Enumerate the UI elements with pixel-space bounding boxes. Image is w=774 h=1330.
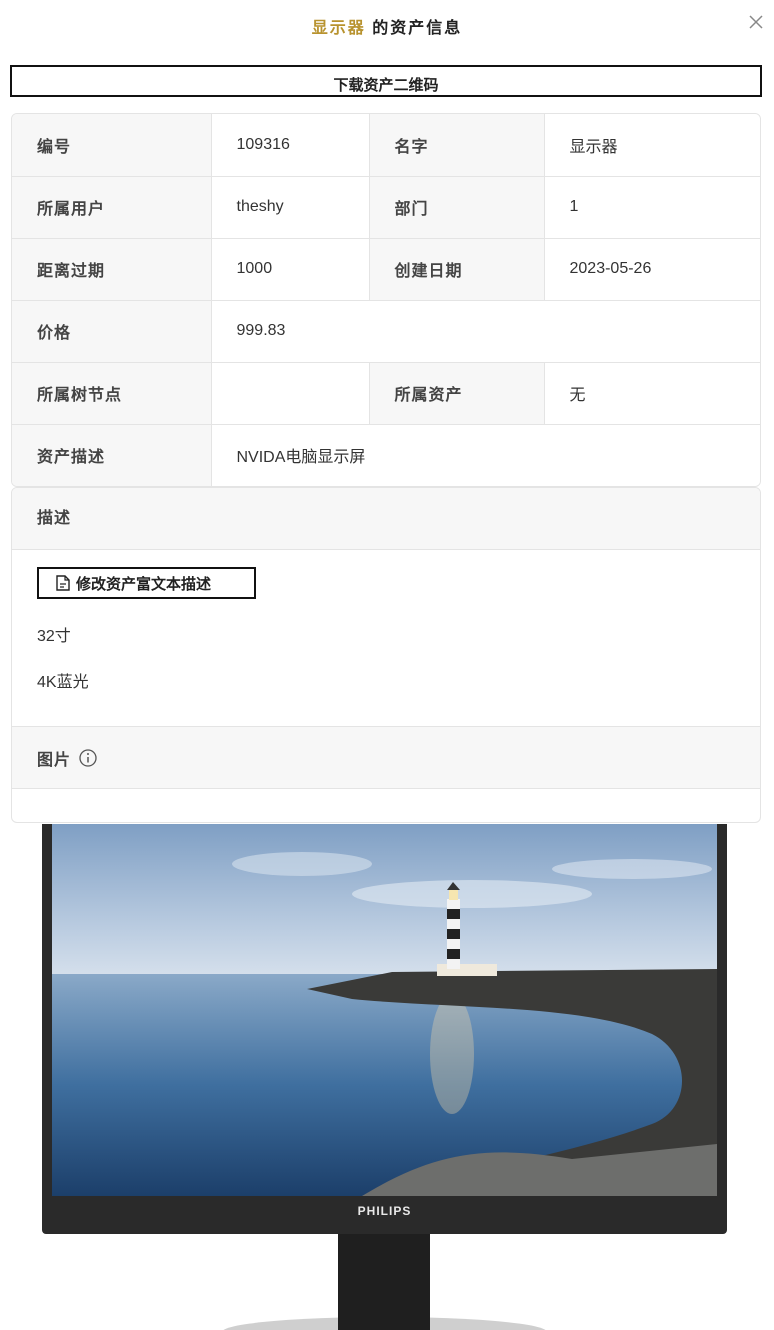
created-date-label: 创建日期 bbox=[369, 238, 545, 301]
price-label: 价格 bbox=[12, 300, 212, 363]
price-value: 999.83 bbox=[211, 300, 760, 363]
title-suffix: 的资产信息 bbox=[365, 20, 463, 37]
document-icon bbox=[56, 575, 70, 591]
description-line: 4K蓝光 bbox=[37, 674, 89, 691]
department-value: 1 bbox=[544, 176, 760, 239]
monitor-screen bbox=[52, 824, 717, 1196]
close-button[interactable] bbox=[746, 12, 766, 32]
table-row: 编号 109316 名字 显示器 bbox=[12, 114, 760, 177]
table-row: 距离过期 1000 创建日期 2023-05-26 bbox=[12, 238, 760, 301]
tree-node-value bbox=[211, 362, 370, 425]
parent-asset-value: 无 bbox=[544, 362, 760, 425]
table-row: 所属树节点 所属资产 无 bbox=[12, 362, 760, 425]
number-label: 编号 bbox=[12, 114, 212, 177]
asset-desc-value: NVIDA电脑显示屏 bbox=[211, 424, 760, 486]
table-row: 价格 999.83 bbox=[12, 300, 760, 363]
edit-rich-description-button[interactable]: 修改资产富文本描述 bbox=[37, 567, 256, 599]
owner-value: theshy bbox=[211, 176, 370, 239]
info-icon[interactable] bbox=[79, 748, 97, 767]
asset-desc-label: 资产描述 bbox=[12, 424, 212, 486]
name-label: 名字 bbox=[369, 114, 545, 177]
parent-asset-label: 所属资产 bbox=[369, 362, 545, 425]
table-row: 资产描述 NVIDA电脑显示屏 bbox=[12, 424, 760, 486]
name-value: 显示器 bbox=[544, 114, 760, 177]
modal-title: 显示器 的资产信息 bbox=[0, 14, 774, 38]
description-line: 32寸 bbox=[37, 628, 71, 645]
tree-node-label: 所属树节点 bbox=[12, 362, 212, 425]
expire-label: 距离过期 bbox=[12, 238, 212, 301]
created-date-value: 2023-05-26 bbox=[544, 238, 760, 301]
monitor-brand: PHILIPS bbox=[357, 1204, 412, 1218]
images-header-label: 图片 bbox=[37, 751, 72, 769]
table-row: 所属用户 theshy 部门 1 bbox=[12, 176, 760, 239]
description-card: 描述 修改资产富文本描述 32寸 4K蓝光 图片 bbox=[11, 487, 761, 823]
department-label: 部门 bbox=[369, 176, 545, 239]
asset-name-title: 显示器 bbox=[311, 20, 366, 37]
asset-image: PHILIPS bbox=[42, 824, 727, 1330]
download-qr-button[interactable]: 下载资产二维码 bbox=[10, 65, 762, 97]
description-header: 描述 bbox=[12, 488, 760, 550]
monitor-stand bbox=[338, 1234, 430, 1330]
expire-value: 1000 bbox=[211, 238, 370, 301]
owner-label: 所属用户 bbox=[12, 176, 212, 239]
number-value: 109316 bbox=[211, 114, 370, 177]
asset-info-table: 编号 109316 名字 显示器 所属用户 theshy 部门 1 距离过期 1… bbox=[11, 113, 761, 487]
landscape-wallpaper bbox=[52, 824, 717, 1196]
images-header: 图片 bbox=[12, 726, 760, 789]
edit-button-label: 修改资产富文本描述 bbox=[76, 575, 212, 593]
close-icon bbox=[749, 15, 763, 29]
